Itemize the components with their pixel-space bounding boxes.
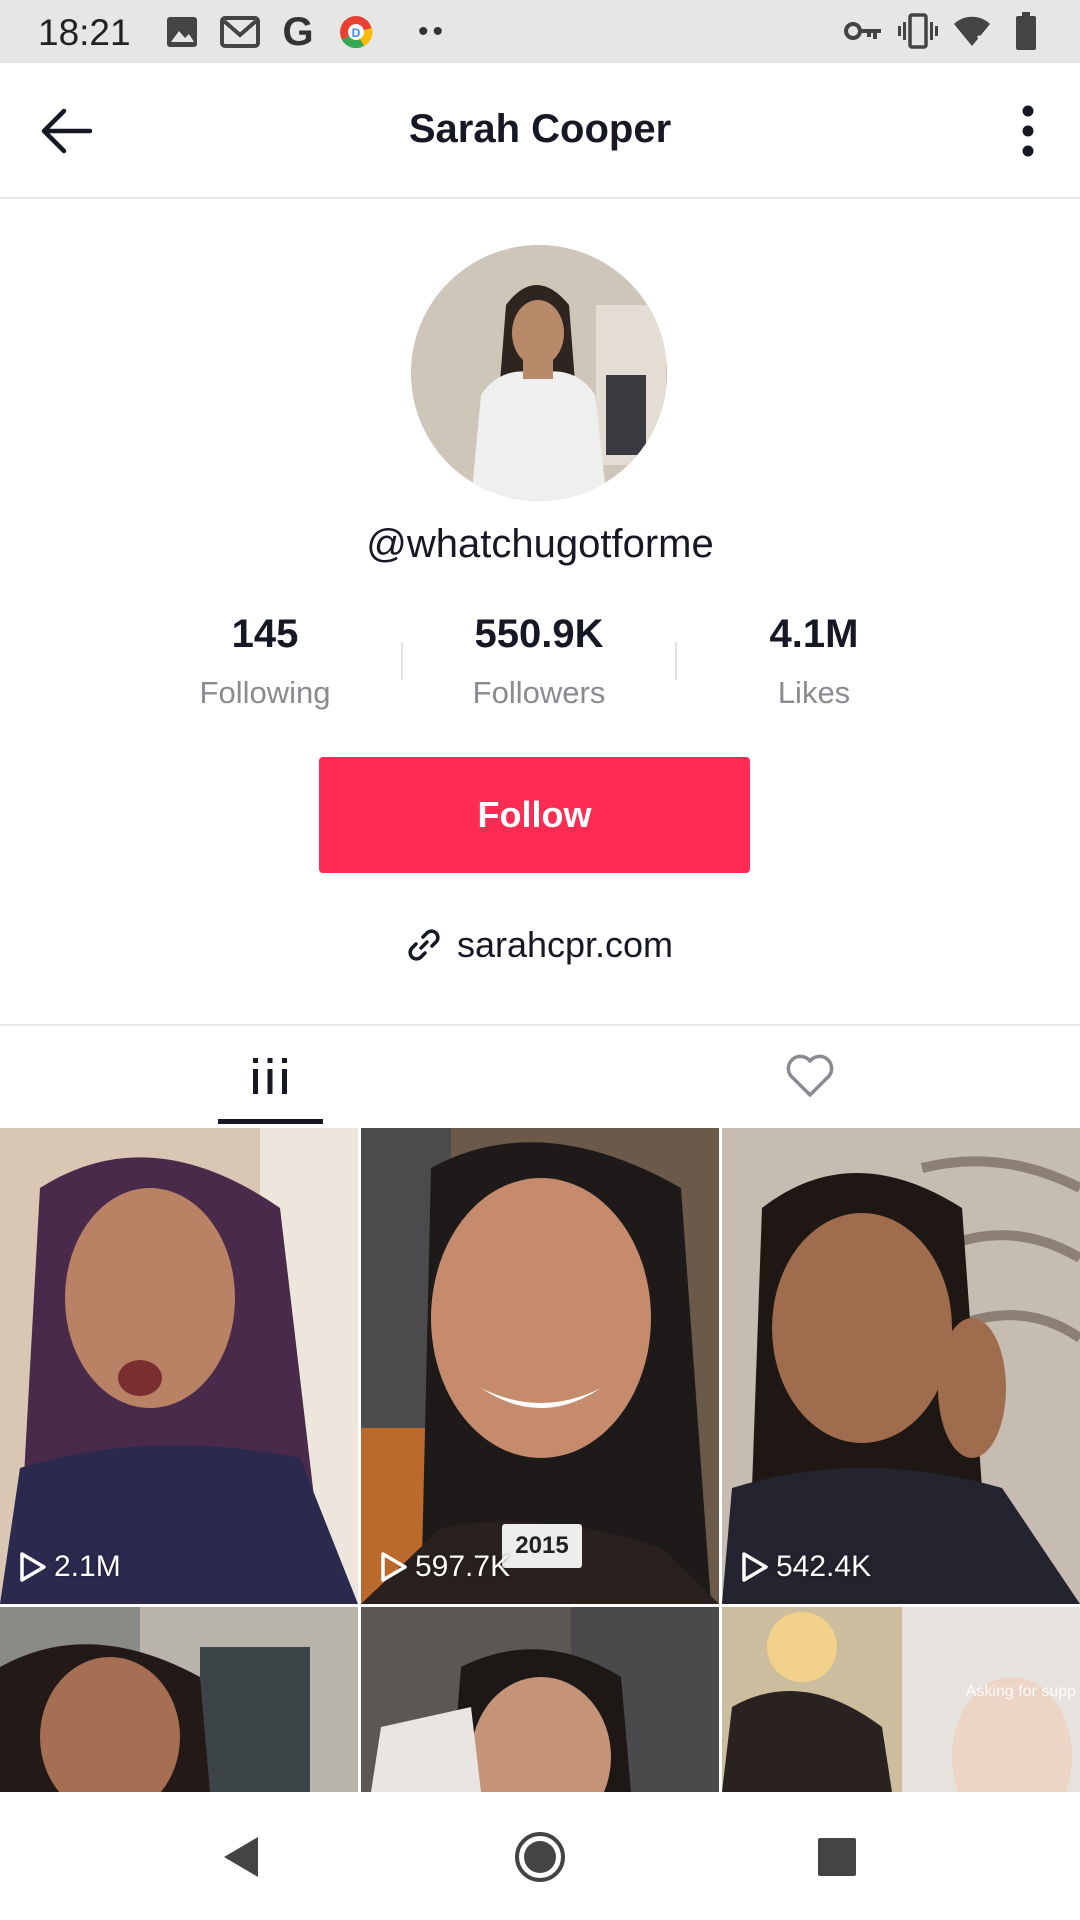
stat-value: 550.9K xyxy=(474,612,604,656)
profile-stats: 145 Following 550.9K Followers 4.1M Like… xyxy=(0,612,1080,722)
video-thumbnail[interactable]: 2015 597.7K xyxy=(361,1128,719,1604)
triangle-back-icon xyxy=(224,1837,258,1877)
image-icon xyxy=(162,12,202,52)
video-thumbnail[interactable]: 2.1M xyxy=(0,1128,358,1604)
stat-value: 4.1M xyxy=(769,612,859,656)
view-count: 2.1M xyxy=(18,1550,121,1584)
stat-value: 145 xyxy=(231,612,299,656)
stat-label: Followers xyxy=(472,675,606,710)
thumbnail-image xyxy=(0,1128,358,1604)
page-title: Sarah Cooper xyxy=(408,107,672,151)
username: @whatchugotforme xyxy=(366,522,714,566)
heart-icon xyxy=(786,1054,834,1097)
notification-icons: G D •• xyxy=(162,12,447,52)
nav-back-button[interactable] xyxy=(206,1822,276,1892)
section-divider xyxy=(0,1024,1080,1026)
view-count-text: 542.4K xyxy=(776,1550,872,1583)
video-thumbnail[interactable]: 542.4K xyxy=(722,1128,1080,1604)
view-count-text: 597.7K xyxy=(415,1550,511,1583)
play-icon xyxy=(742,1552,768,1582)
stat-likes[interactable]: 4.1M Likes xyxy=(689,612,939,711)
thumbnail-image xyxy=(361,1607,719,1792)
tab-videos[interactable] xyxy=(200,1026,340,1126)
thumbnail-image xyxy=(722,1128,1080,1604)
tab-active-indicator xyxy=(218,1119,323,1124)
video-grid: 2.1M 2015 597.7K 542.4K Asking for supp xyxy=(0,1128,1080,1792)
avatar-photo xyxy=(411,245,667,501)
video-caption: Asking for supp xyxy=(965,1683,1076,1700)
more-options-button[interactable] xyxy=(998,99,1058,163)
nav-recents-button[interactable] xyxy=(802,1822,872,1892)
stat-following[interactable]: 145 Following xyxy=(140,612,390,711)
play-icon xyxy=(381,1552,407,1582)
grid-icon xyxy=(253,1058,287,1094)
circle-home-icon xyxy=(515,1832,565,1882)
video-thumbnail[interactable] xyxy=(0,1607,358,1792)
system-icons xyxy=(844,11,1046,51)
wifi-icon xyxy=(952,11,992,51)
stat-label: Following xyxy=(199,675,331,710)
system-navigation-bar xyxy=(0,1792,1080,1920)
square-recents-icon xyxy=(818,1838,856,1876)
stat-divider xyxy=(675,642,677,680)
profile-header: Sarah Cooper xyxy=(0,63,1080,199)
website-text: sarahcpr.com xyxy=(456,924,674,965)
chrome-icon: D xyxy=(336,12,376,52)
website-link[interactable]: sarahcpr.com xyxy=(0,924,1080,966)
gmail-icon xyxy=(220,12,260,52)
view-count-text: 2.1M xyxy=(54,1550,121,1583)
status-bar: 18:21 G D •• xyxy=(0,0,1080,63)
battery-icon xyxy=(1006,11,1046,51)
avatar[interactable] xyxy=(411,245,667,501)
thumbnail-image xyxy=(0,1607,358,1792)
vibrate-icon xyxy=(898,11,938,51)
follow-button[interactable]: Follow xyxy=(319,757,750,873)
year-tag: 2015 xyxy=(502,1524,582,1568)
stat-label: Likes xyxy=(777,675,851,710)
stat-followers[interactable]: 550.9K Followers xyxy=(414,612,664,711)
more-vertical-icon xyxy=(1022,105,1034,157)
view-count: 542.4K xyxy=(740,1550,871,1584)
tab-liked[interactable] xyxy=(740,1026,880,1126)
video-thumbnail[interactable]: Asking for supp xyxy=(722,1607,1080,1792)
google-icon: G xyxy=(282,10,314,54)
nav-home-button[interactable] xyxy=(505,1822,575,1892)
more-notifications-icon: •• xyxy=(418,15,448,48)
vpn-key-icon xyxy=(844,11,884,51)
stat-divider xyxy=(401,642,403,680)
link-icon xyxy=(408,929,440,961)
status-time: 18:21 xyxy=(38,12,131,53)
view-count: 597.7K xyxy=(379,1550,510,1584)
svg-text:D: D xyxy=(352,26,361,40)
video-thumbnail[interactable] xyxy=(361,1607,719,1792)
play-icon xyxy=(20,1552,46,1582)
